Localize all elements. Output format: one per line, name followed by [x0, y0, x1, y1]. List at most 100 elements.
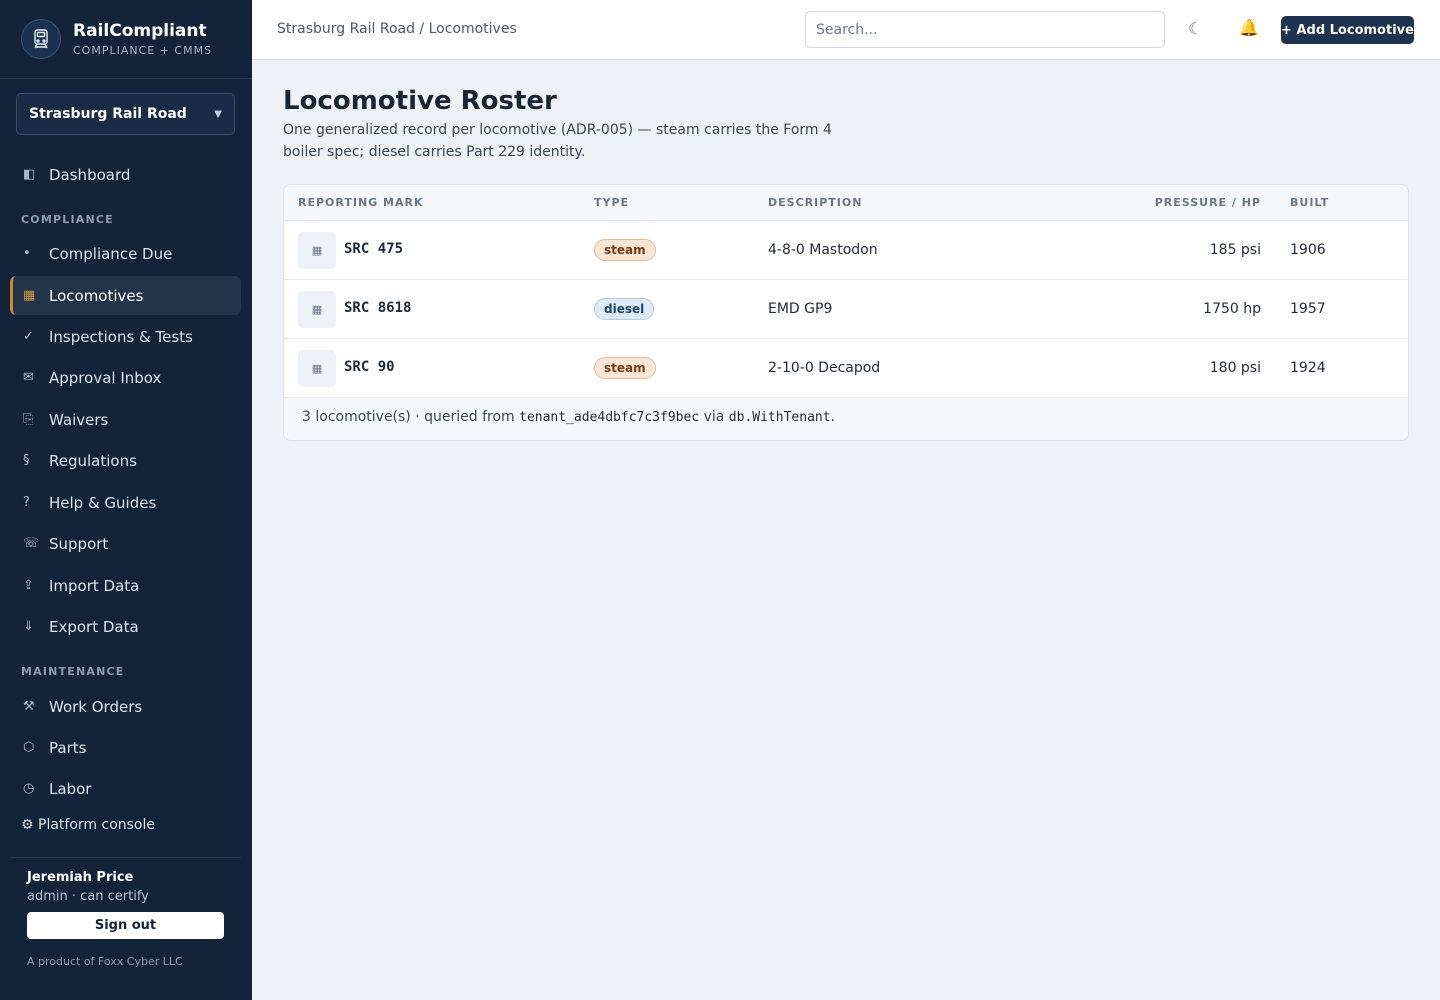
reporting-mark[interactable]: SRC 8618: [344, 300, 411, 316]
locomotive-thumbnail-icon: ▦: [298, 350, 336, 387]
table-row[interactable]: ▦ SRC 475 steam 4-8-0 Mastodon 185 psi 1…: [284, 221, 1408, 280]
built-cell: 1924: [1290, 360, 1326, 376]
tenant-select-value: Strasburg Rail Road: [29, 106, 187, 122]
footer-end: .: [830, 409, 835, 425]
sidebar-item-export-data[interactable]: ⇓ Export Data: [10, 607, 241, 646]
sidebar-item-inspections[interactable]: ✓ Inspections & Tests: [10, 317, 241, 356]
nav-section-compliance: COMPLIANCE: [21, 213, 114, 226]
tools-icon: ⚒: [23, 699, 35, 714]
sidebar-item-label: Export Data: [49, 617, 139, 636]
dot-icon: •: [23, 246, 31, 261]
check-icon: ✓: [23, 329, 34, 344]
built-cell: 1906: [1290, 242, 1326, 258]
sidebar-item-locomotives[interactable]: ▦ Locomotives: [10, 276, 241, 315]
sidebar-item-label: Work Orders: [49, 697, 143, 716]
description-cell: EMD GP9: [768, 301, 833, 317]
pressure-cell: 1750 hp: [1203, 301, 1261, 317]
locomotive-table: REPORTING MARK TYPE DESCRIPTION PRESSURE…: [283, 184, 1409, 441]
table-footer: 3 locomotive(s) · queried from tenant_ad…: [284, 398, 1408, 440]
function-code: db.WithTenant: [728, 410, 831, 425]
phone-icon: ☏: [23, 536, 40, 551]
bell-icon[interactable]: 🔔: [1239, 18, 1259, 37]
sidebar-item-label: Approval Inbox: [49, 368, 162, 387]
tenant-select[interactable]: Strasburg Rail Road ▼: [16, 93, 235, 135]
search-input[interactable]: [805, 11, 1165, 48]
sidebar-item-import-data[interactable]: ⇪ Import Data: [10, 566, 241, 605]
sidebar-item-label: Inspections & Tests: [49, 327, 193, 346]
reporting-mark[interactable]: SRC 475: [344, 241, 403, 257]
sidebar-item-label: Support: [49, 534, 109, 553]
sidebar-item-label: Help & Guides: [49, 493, 157, 512]
sidebar-item-approval-inbox[interactable]: ✉ Approval Inbox: [10, 358, 241, 397]
sidebar-item-support[interactable]: ☏ Support: [10, 524, 241, 563]
brand-subtitle: COMPLIANCE + CMMS: [73, 44, 213, 57]
column-header-description[interactable]: DESCRIPTION: [768, 196, 862, 209]
clock-icon: ◷: [23, 781, 35, 796]
download-icon: ⇓: [23, 619, 34, 634]
sidebar-item-work-orders[interactable]: ⚒ Work Orders: [10, 687, 241, 726]
grid-icon: ▦: [23, 288, 36, 303]
user-role: admin · can certify: [27, 889, 149, 904]
sidebar-item-compliance-due[interactable]: • Compliance Due: [10, 234, 241, 273]
help-icon: ?: [23, 495, 30, 510]
moon-icon[interactable]: ☾: [1188, 19, 1202, 38]
pressure-cell: 180 psi: [1209, 360, 1261, 376]
nav-section-maintenance: MAINTENANCE: [21, 665, 125, 678]
sidebar-item-label: Locomotives: [49, 286, 144, 305]
sidebar-item-dashboard[interactable]: ◧ Dashboard: [10, 155, 241, 194]
envelope-icon: ✉: [23, 370, 34, 385]
chevron-down-icon: ▼: [214, 108, 222, 120]
section-icon: §: [23, 453, 30, 468]
user-name: Jeremiah Price: [27, 870, 134, 885]
breadcrumb[interactable]: Strasburg Rail Road / Locomotives: [277, 21, 517, 37]
column-header-type[interactable]: TYPE: [594, 196, 629, 209]
column-header-mark[interactable]: REPORTING MARK: [298, 196, 424, 209]
sidebar-item-help[interactable]: ? Help & Guides: [10, 483, 241, 522]
sign-out-button[interactable]: Sign out: [27, 912, 224, 939]
tenant-code: tenant_ade4dbfc7c3f9bec: [519, 410, 700, 425]
reporting-mark[interactable]: SRC 90: [344, 359, 395, 375]
document-icon: ⎘: [23, 412, 34, 427]
sidebar-item-parts[interactable]: ⬡ Parts: [10, 728, 241, 767]
product-credit: A product of Foxx Cyber LLC: [27, 955, 183, 968]
locomotive-logo-icon: [21, 19, 61, 59]
column-header-pressure[interactable]: PRESSURE / HP: [1155, 196, 1261, 209]
sidebar-item-labor[interactable]: ◷ Labor: [10, 769, 241, 808]
sidebar: RailCompliant COMPLIANCE + CMMS Strasbur…: [0, 0, 252, 1000]
hexagon-icon: ⬡: [23, 740, 35, 755]
table-row[interactable]: ▦ SRC 8618 diesel EMD GP9 1750 hp 1957: [284, 280, 1408, 339]
table-row[interactable]: ▦ SRC 90 steam 2-10-0 Decapod 180 psi 19…: [284, 339, 1408, 398]
sidebar-item-label: Regulations: [49, 451, 137, 470]
sidebar-item-label: Waivers: [49, 410, 109, 429]
add-locomotive-button[interactable]: + Add Locomotive: [1281, 16, 1414, 44]
description-cell: 2-10-0 Decapod: [768, 360, 881, 376]
sidebar-item-label: Parts: [49, 738, 87, 757]
sidebar-item-label: Import Data: [49, 576, 140, 595]
type-badge: steam: [594, 239, 656, 261]
top-bar: Strasburg Rail Road / Locomotives ☾ 🔔 + …: [252, 0, 1440, 60]
platform-console-link[interactable]: ⚙ Platform console: [21, 817, 155, 833]
page-description: One generalized record per locomotive (A…: [283, 122, 832, 160]
table-header: REPORTING MARK TYPE DESCRIPTION PRESSURE…: [284, 185, 1408, 221]
locomotive-thumbnail-icon: ▦: [298, 232, 336, 269]
sidebar-item-label: Dashboard: [49, 165, 131, 184]
locomotive-thumbnail-icon: ▦: [298, 291, 336, 328]
page-title: Locomotive Roster: [283, 86, 557, 116]
sidebar-item-label: Labor: [49, 779, 92, 798]
sidebar-item-waivers[interactable]: ⎘ Waivers: [10, 400, 241, 439]
column-header-built[interactable]: BUILT: [1290, 196, 1329, 209]
type-badge: diesel: [594, 298, 655, 320]
description-cell: 4-8-0 Mastodon: [768, 242, 878, 258]
sidebar-item-label: Compliance Due: [49, 244, 173, 263]
type-badge: steam: [594, 357, 656, 379]
upload-icon: ⇪: [23, 578, 34, 593]
sidebar-item-regulations[interactable]: § Regulations: [10, 441, 241, 480]
brand-header: RailCompliant COMPLIANCE + CMMS: [0, 0, 252, 79]
pressure-cell: 185 psi: [1209, 242, 1261, 258]
user-panel: Jeremiah Price admin · can certify Sign …: [10, 857, 241, 968]
dashboard-icon: ◧: [23, 167, 36, 182]
footer-count-text: 3 locomotive(s) · queried from: [302, 409, 520, 425]
brand-name: RailCompliant: [73, 21, 207, 41]
footer-via-text: via: [699, 409, 729, 425]
built-cell: 1957: [1290, 301, 1326, 317]
